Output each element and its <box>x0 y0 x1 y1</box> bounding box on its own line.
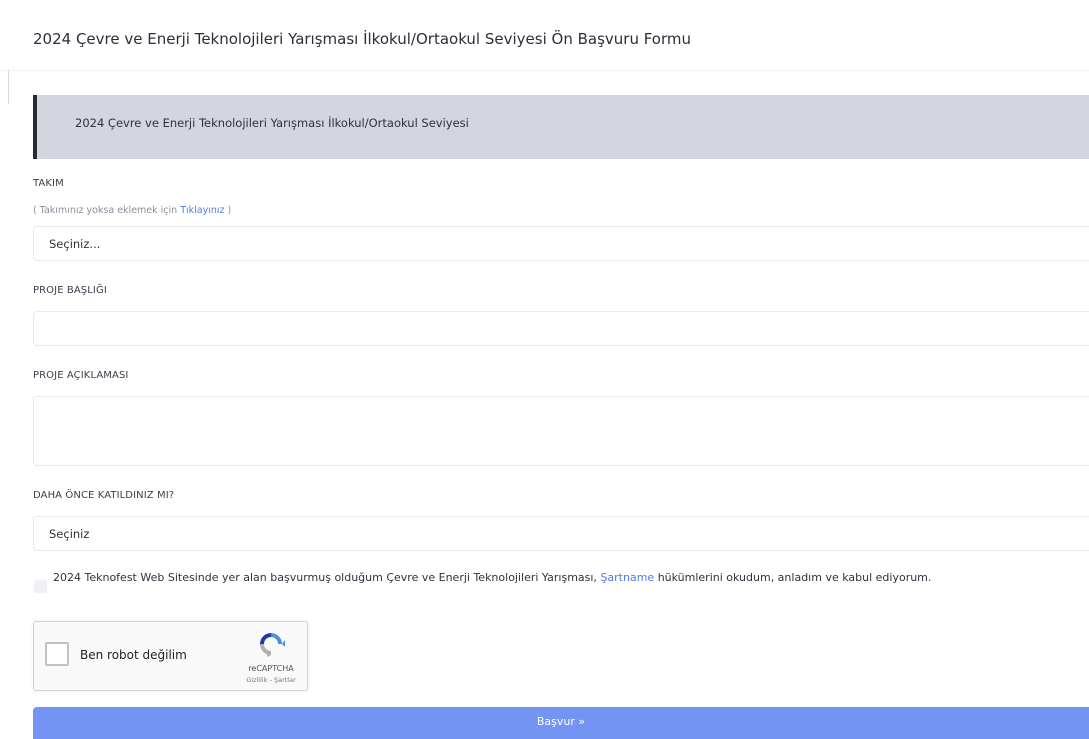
consent-prefix: 2024 Teknofest Web Sitesinde yer alan ba… <box>53 571 601 584</box>
project-description-textarea[interactable] <box>33 396 1089 466</box>
team-select[interactable]: Seçiniz... <box>33 226 1089 261</box>
project-title-label: PROJE BAŞLIĞI <box>33 285 107 296</box>
recaptcha-widget: Ben robot değilim reCAPTCHA Gizlilik - Ş… <box>33 621 308 691</box>
team-label: TAKIM <box>33 178 64 189</box>
team-hint: ( Takımınız yoksa eklemek için Tıklayını… <box>33 205 231 216</box>
submit-button[interactable]: Başvur » <box>33 707 1089 739</box>
competition-banner: 2024 Çevre ve Enerji Teknolojileri Yarış… <box>33 95 1089 159</box>
project-description-label: PROJE AÇIKLAMASI <box>33 370 129 381</box>
participated-select[interactable]: Seçiniz <box>33 516 1089 551</box>
team-hint-suffix: ) <box>224 205 232 216</box>
page-title: 2024 Çevre ve Enerji Teknolojileri Yarış… <box>33 30 692 48</box>
consent-text: 2024 Teknofest Web Sitesinde yer alan ba… <box>53 571 931 584</box>
participated-select-value: Seçiniz <box>49 527 90 541</box>
team-hint-prefix: ( Takımınız yoksa eklemek için <box>33 205 181 216</box>
consent-suffix: hükümlerini okudum, anladım ve kabul edi… <box>654 571 932 584</box>
project-title-input[interactable] <box>33 311 1089 346</box>
recaptcha-checkbox[interactable] <box>45 642 69 666</box>
specification-link[interactable]: Şartname <box>600 571 654 584</box>
banner-text: 2024 Çevre ve Enerji Teknolojileri Yarış… <box>75 116 469 130</box>
recaptcha-logo-icon <box>260 633 285 657</box>
team-select-value: Seçiniz... <box>49 237 101 251</box>
participated-label: DAHA ÖNCE KATILDINIZ MI? <box>33 490 175 501</box>
form-header: 2024 Çevre ve Enerji Teknolojileri Yarış… <box>0 0 1089 71</box>
recaptcha-brand: reCAPTCHA <box>248 664 294 673</box>
recaptcha-label: Ben robot değilim <box>80 648 187 662</box>
recaptcha-terms[interactable]: Gizlilik - Şartlar <box>234 676 308 684</box>
left-divider <box>8 70 9 104</box>
add-team-link[interactable]: Tıklayınız <box>180 205 224 216</box>
consent-checkbox[interactable] <box>34 580 47 593</box>
